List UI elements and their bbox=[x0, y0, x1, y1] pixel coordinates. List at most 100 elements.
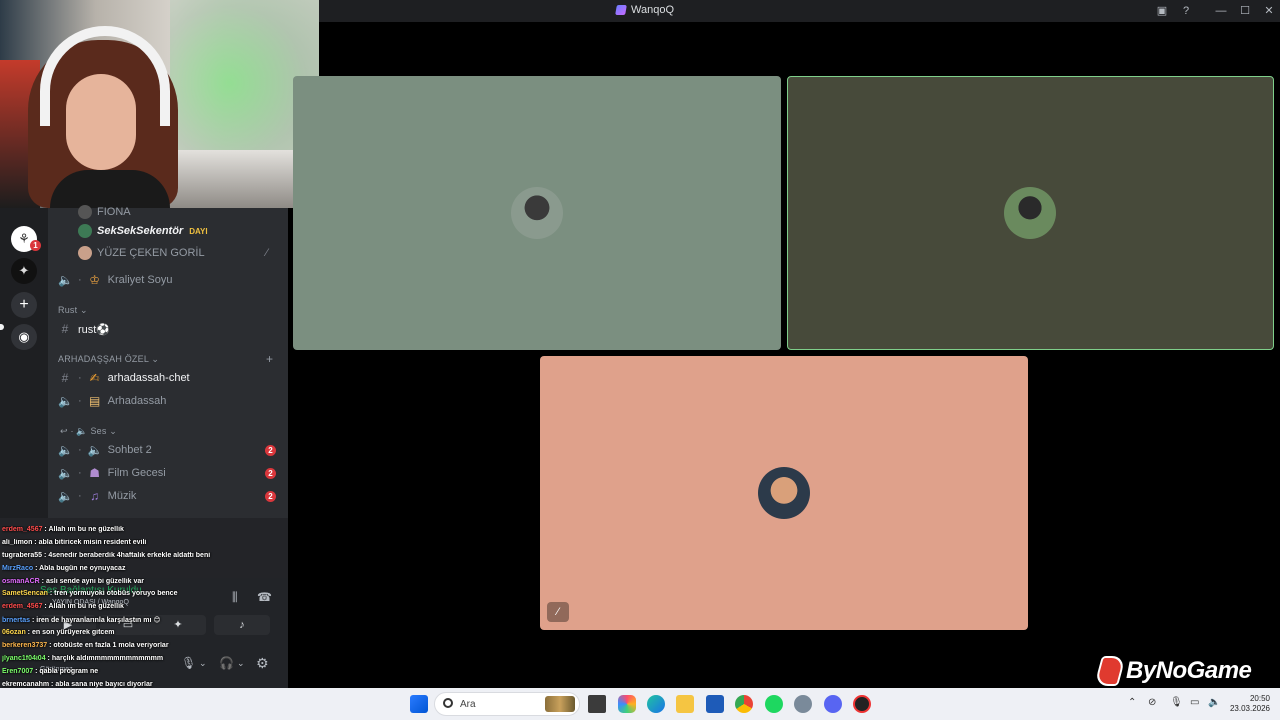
video-tile[interactable] bbox=[293, 76, 781, 350]
server-icon[interactable]: ✦ bbox=[11, 258, 37, 284]
voice-user[interactable]: YÜZE ÇEKEN GORİL ⁄ bbox=[78, 246, 318, 260]
task-view-icon[interactable] bbox=[588, 695, 606, 713]
minimize-button[interactable]: — bbox=[1214, 4, 1228, 18]
channel-emoji-icon: 🔈 bbox=[87, 443, 103, 457]
window-title: WanqoQ bbox=[615, 4, 674, 16]
start-icon[interactable] bbox=[410, 695, 428, 713]
chat-text: abla sana niye bayıcı diyorlar bbox=[55, 680, 153, 688]
chat-text: Allah ım bu ne güzellik bbox=[48, 526, 124, 533]
channel-emoji-icon: ♔ bbox=[89, 273, 101, 287]
clock-time: 20:50 bbox=[1249, 694, 1270, 703]
user-tag: DAYI bbox=[189, 226, 208, 236]
chat-message: tugrabera55 : 4senedir beraberdik 4hafta… bbox=[2, 551, 211, 559]
screen-share-icon[interactable]: ▣ bbox=[1155, 4, 1169, 18]
chat-message: osmanACR : aslı sende aynı bi güzellik v… bbox=[2, 577, 145, 585]
voice-user[interactable]: FIONA bbox=[78, 205, 318, 219]
server-badge: 1 bbox=[30, 240, 41, 251]
category-header[interactable]: Rust ⌄ bbox=[58, 305, 88, 316]
volume-icon[interactable]: 🔈 bbox=[1208, 697, 1220, 708]
bynogame-logo-icon bbox=[1093, 656, 1127, 686]
speaker-icon: 🔈 bbox=[58, 466, 73, 480]
stream-chat-overlay: erdem_4567 : Allah ım bu ne güzellik ali_… bbox=[2, 526, 286, 694]
network-icon[interactable]: ⊘ bbox=[1148, 697, 1156, 708]
channel-item[interactable]: 🔈 · ♫ Müzik 2 bbox=[58, 488, 298, 504]
category-header[interactable]: ARHADAŞŞAH ÖZEL ⌄ bbox=[58, 354, 159, 365]
chat-text: Allah ım bu ne güzellik bbox=[48, 603, 124, 611]
edge-icon[interactable] bbox=[647, 695, 665, 713]
channel-item[interactable]: 🔈 · 🔈 Sohbet 2 2 bbox=[58, 442, 298, 458]
channel-item[interactable]: # rust⚽ bbox=[58, 321, 298, 337]
taskbar: Ara ⌃ ⊘ 🎙 ▭ 🔈 20:50 23.03.2026 bbox=[0, 688, 1280, 720]
category-header[interactable]: ↩ · 🔈 Ses ⌄ bbox=[60, 426, 117, 437]
server-icon[interactable]: ⚘ 1 bbox=[11, 226, 41, 252]
spotify-icon[interactable] bbox=[765, 695, 783, 713]
chat-username: brnertas bbox=[2, 617, 31, 625]
chevron-up-icon[interactable]: ⌃ bbox=[1128, 697, 1136, 708]
chat-message: jlyanc1f04i04 : harçlık aldımmmmmmmmmmmm bbox=[2, 654, 164, 662]
channel-watermark: ByNoGame bbox=[1093, 656, 1252, 686]
speaker-icon: 🔈 bbox=[58, 273, 73, 287]
add-server-icon[interactable]: + bbox=[11, 292, 37, 318]
taskbar-search[interactable]: Ara bbox=[434, 692, 580, 716]
voice-user[interactable]: SekSekSekentör DAYI bbox=[78, 224, 318, 238]
channel-item[interactable]: 🔈 · ♔ Kraliyet Soyu bbox=[58, 272, 298, 288]
channel-item[interactable]: # · ✍ arhadassah-chet bbox=[58, 370, 298, 386]
chat-username: osmanACR bbox=[2, 577, 40, 585]
chat-username: Eren7007 bbox=[2, 667, 34, 675]
chat-message: 06ozan : en son yürüyerek gitcem bbox=[2, 629, 115, 637]
help-icon[interactable]: ? bbox=[1179, 4, 1193, 18]
chat-message: erdem_4567 : Allah ım bu ne güzellik bbox=[2, 603, 124, 611]
title-bar: WanqoQ ▣ ? — ☐ ✕ bbox=[319, 0, 1280, 22]
file-explorer-icon[interactable] bbox=[676, 695, 694, 713]
channel-item[interactable]: 🔈 · ☗ Film Gecesi 2 bbox=[58, 465, 298, 481]
text-channel-icon: # bbox=[61, 322, 69, 336]
chat-username: MirzRaco bbox=[2, 564, 34, 572]
chat-text: iren de hayranlarınla karşılaştın mı 😊 bbox=[36, 617, 161, 625]
streamer-webcam bbox=[0, 0, 319, 208]
system-clock[interactable]: 20:50 23.03.2026 bbox=[1226, 694, 1270, 714]
chat-username: ali_limon bbox=[2, 538, 33, 546]
chat-text: tren yormuyoki otobüs yoruyo bence bbox=[54, 590, 178, 598]
chat-message: Eren7007 : qabla program ne bbox=[2, 667, 99, 675]
discover-icon[interactable]: ◉ bbox=[11, 324, 37, 350]
obs-icon[interactable] bbox=[853, 695, 871, 713]
close-button[interactable]: ✕ bbox=[1262, 4, 1276, 18]
chat-message: SametSencan : tren yormuyoki otobüs yoru… bbox=[2, 590, 178, 598]
copilot-icon[interactable] bbox=[618, 695, 636, 713]
participant-avatar bbox=[1004, 187, 1056, 239]
muted-mic-icon: ⁄ bbox=[547, 602, 569, 622]
channel-emoji-icon: ▤ bbox=[89, 394, 101, 408]
maximize-button[interactable]: ☐ bbox=[1238, 4, 1252, 18]
chrome-icon[interactable] bbox=[735, 695, 753, 713]
mention-badge: 2 bbox=[265, 444, 276, 456]
chat-username: tugrabera55 bbox=[2, 551, 43, 559]
video-tile[interactable]: ⁄ bbox=[540, 356, 1028, 630]
chat-message: berkeren3737 : otobüste en fazla 1 mola … bbox=[2, 642, 169, 650]
chat-username: 06ozan bbox=[2, 629, 26, 637]
video-tile-speaking[interactable] bbox=[787, 76, 1274, 350]
mention-badge: 2 bbox=[265, 467, 276, 479]
store-icon[interactable] bbox=[706, 695, 724, 713]
channel-item[interactable]: 🔈 · ▤ Arhadassah bbox=[58, 393, 298, 409]
chat-text: aslı sende aynı bi güzellik var bbox=[45, 577, 145, 585]
chat-text: Abla bugün ne oynuyacaz bbox=[39, 564, 126, 572]
settings-app-icon[interactable] bbox=[794, 695, 812, 713]
chat-message: MirzRaco : Abla bugün ne oynuyacaz bbox=[2, 564, 126, 572]
chat-text: qabla program ne bbox=[39, 667, 99, 675]
chat-username: ekremcanahm bbox=[2, 680, 50, 688]
chat-username: jlyanc1f04i04 bbox=[2, 654, 46, 662]
display-icon[interactable]: ▭ bbox=[1190, 697, 1199, 708]
mention-badge: 2 bbox=[265, 490, 276, 502]
watermark-text: ByNoGame bbox=[1126, 657, 1252, 684]
chat-message: erdem_4567 : Allah ım bu ne güzellik bbox=[2, 526, 124, 533]
microphone-tray-icon[interactable]: 🎙 bbox=[1170, 697, 1183, 708]
chat-text: en son yürüyerek gitcem bbox=[31, 629, 115, 637]
channel-emoji-icon: ☗ bbox=[89, 466, 101, 480]
search-highlight-icon bbox=[545, 696, 575, 712]
speaker-icon: 🔈 bbox=[58, 443, 73, 457]
clock-date: 23.03.2026 bbox=[1229, 704, 1270, 713]
discord-icon[interactable] bbox=[824, 695, 842, 713]
chat-username: erdem_4567 bbox=[2, 603, 43, 611]
text-channel-icon: # bbox=[61, 371, 69, 385]
add-channel-icon[interactable]: + bbox=[266, 352, 273, 366]
